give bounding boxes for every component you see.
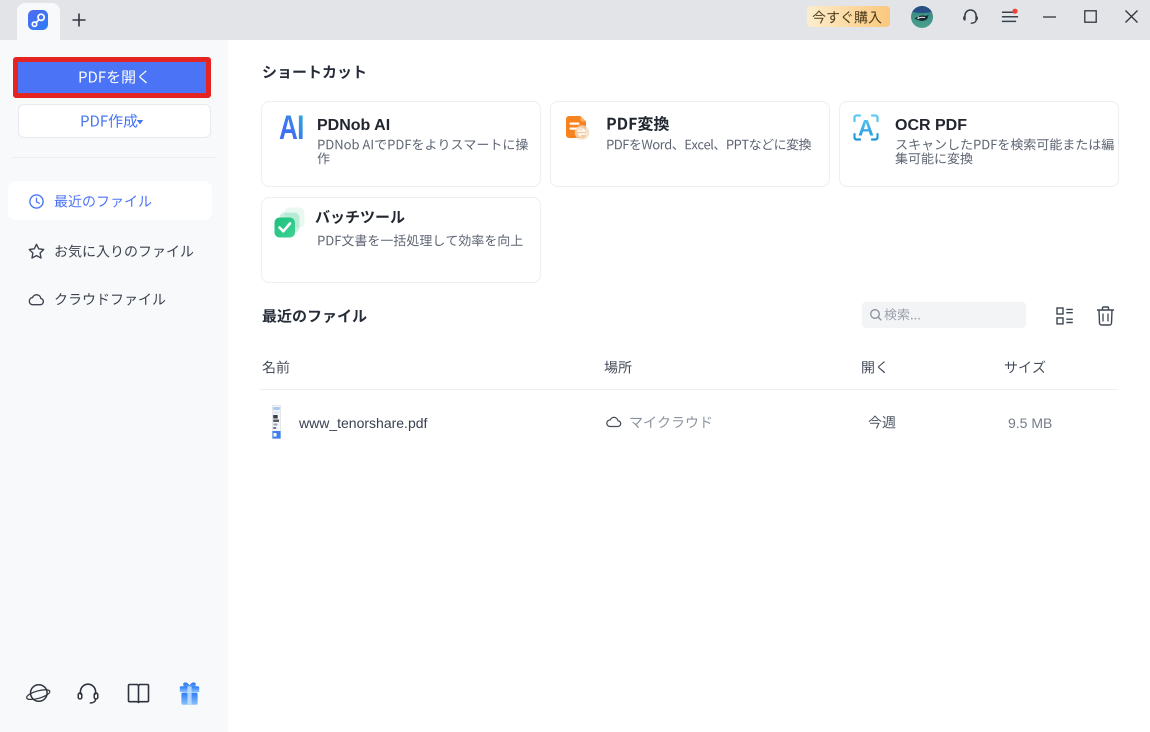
svg-text:A: A [858, 116, 874, 141]
